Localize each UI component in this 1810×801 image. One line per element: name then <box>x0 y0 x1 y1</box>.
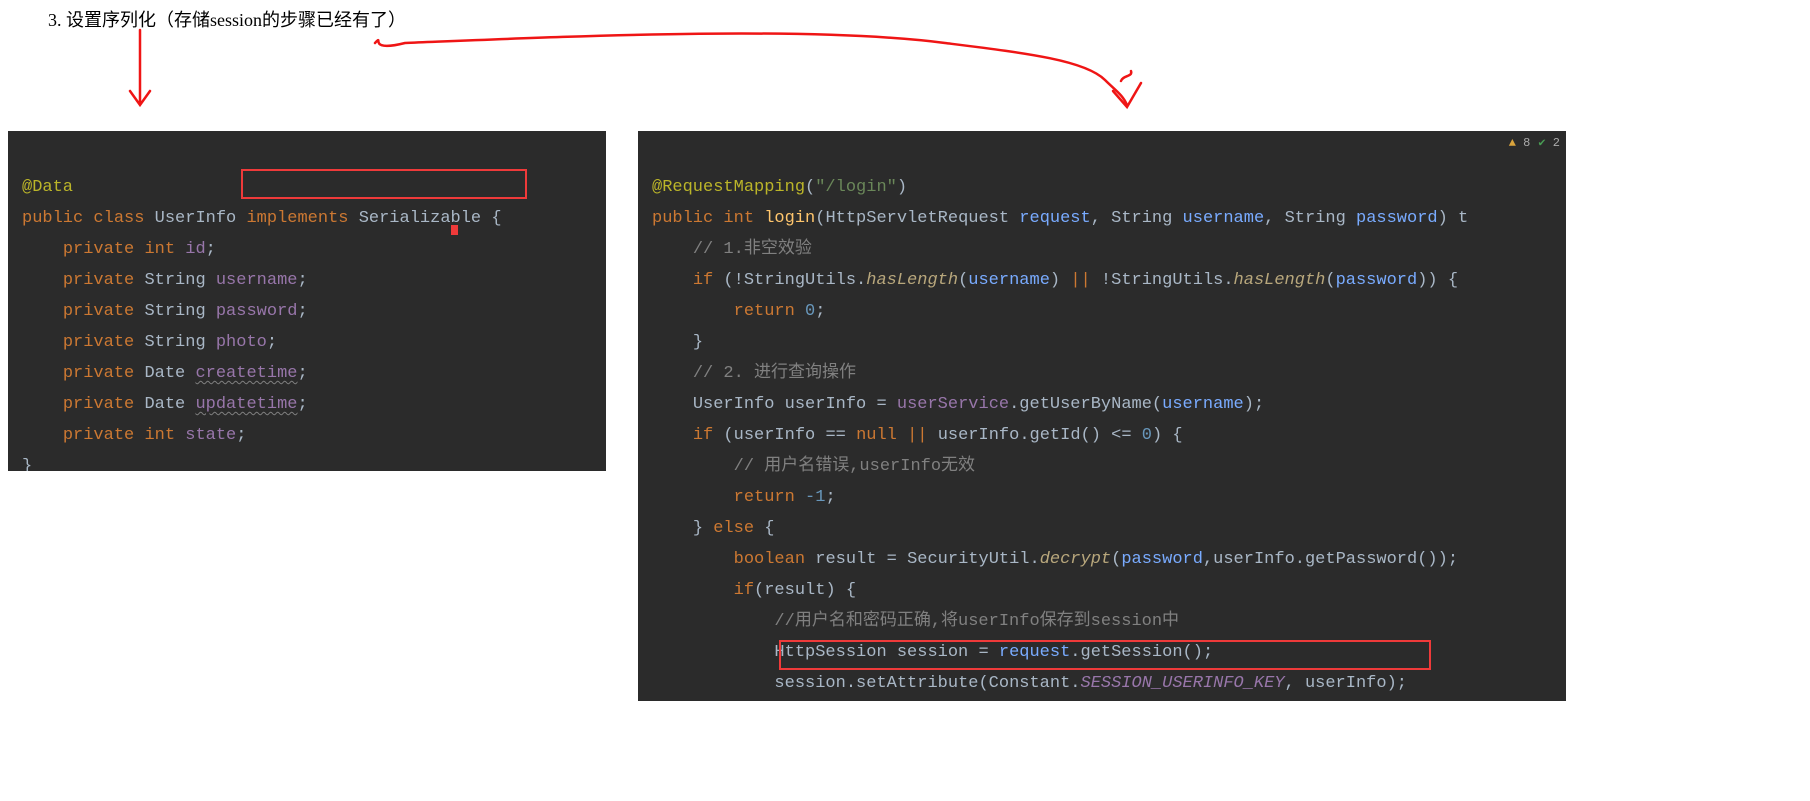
brace-open: { <box>481 209 501 228</box>
code-block-login: @RequestMapping("/login") public int log… <box>638 131 1566 701</box>
method-haslength: hasLength <box>866 271 958 290</box>
comment-1: // 1.非空效验 <box>693 240 812 259</box>
check-icon: ✔ 2 <box>1538 135 1560 150</box>
code-block-userinfo: @Data public class UserInfo implements S… <box>8 131 606 471</box>
annotation-arrows <box>105 25 1215 130</box>
mapping-path: "/login" <box>815 178 897 197</box>
const-session-userinfo-key: SESSION_USERINFO_KEY <box>1081 674 1285 693</box>
field-password: password <box>216 302 298 321</box>
heading-text: 3. 设置序列化（存储session的步骤已经有了） <box>48 6 406 32</box>
comment-2: // 2. 进行查询操作 <box>693 364 856 383</box>
class-name: UserInfo <box>155 209 237 228</box>
method-decrypt: decrypt <box>1040 550 1111 569</box>
method-getuserbyname: getUserByName <box>1019 395 1152 414</box>
field-createtime: createtime <box>195 364 297 383</box>
param-username: username <box>1183 209 1265 228</box>
literal-zero: 0 <box>805 302 815 321</box>
type-httpsession: HttpSession <box>774 643 886 662</box>
annotation-requestmapping: @RequestMapping <box>652 178 805 197</box>
warning-count: 8 <box>1523 136 1530 150</box>
class-constant: Constant <box>989 674 1071 693</box>
kw-class: class <box>93 209 144 228</box>
method-getid: getId <box>1030 426 1081 445</box>
kw-private: private <box>63 240 134 259</box>
param-request: request <box>1019 209 1090 228</box>
method-getpassword: getPassword <box>1305 550 1417 569</box>
method-getsession: getSession <box>1081 643 1183 662</box>
field-state: state <box>185 426 236 445</box>
inspection-badges: ▲ 8 ✔ 2 <box>1509 135 1560 150</box>
type-userinfo: UserInfo <box>693 395 775 414</box>
type-int: int <box>144 240 175 259</box>
comment-3: // 用户名错误,userInfo无效 <box>734 457 975 476</box>
method-setattribute: setAttribute <box>856 674 978 693</box>
literal-neg1: -1 <box>805 488 825 507</box>
class-securityutil: SecurityUtil <box>907 550 1029 569</box>
class-stringutils: StringUtils <box>744 271 856 290</box>
field-userservice: userService <box>897 395 1009 414</box>
field-id: id <box>185 240 205 259</box>
annotation-data: @Data <box>22 178 73 197</box>
var-result: result <box>815 550 876 569</box>
comment-4: //用户名和密码正确,将userInfo保存到session中 <box>774 612 1179 631</box>
field-username: username <box>216 271 298 290</box>
brace-close: } <box>22 457 32 471</box>
param-password: password <box>1356 209 1438 228</box>
type-httpservletrequest: HttpServletRequest <box>825 209 1009 228</box>
type-string: String <box>144 271 205 290</box>
method-login: login <box>764 209 815 228</box>
caret-marker <box>451 225 458 235</box>
field-photo: photo <box>216 333 267 352</box>
iface-serializable: Serializable <box>359 209 481 228</box>
field-updatetime: updatetime <box>195 395 297 414</box>
type-date: Date <box>144 364 185 383</box>
kw-implements: implements <box>246 209 348 228</box>
var-userinfo: userInfo <box>785 395 867 414</box>
kw-public: public <box>22 209 83 228</box>
var-session: session <box>897 643 968 662</box>
check-count: 2 <box>1553 136 1560 150</box>
warning-icon: ▲ 8 <box>1509 136 1531 150</box>
